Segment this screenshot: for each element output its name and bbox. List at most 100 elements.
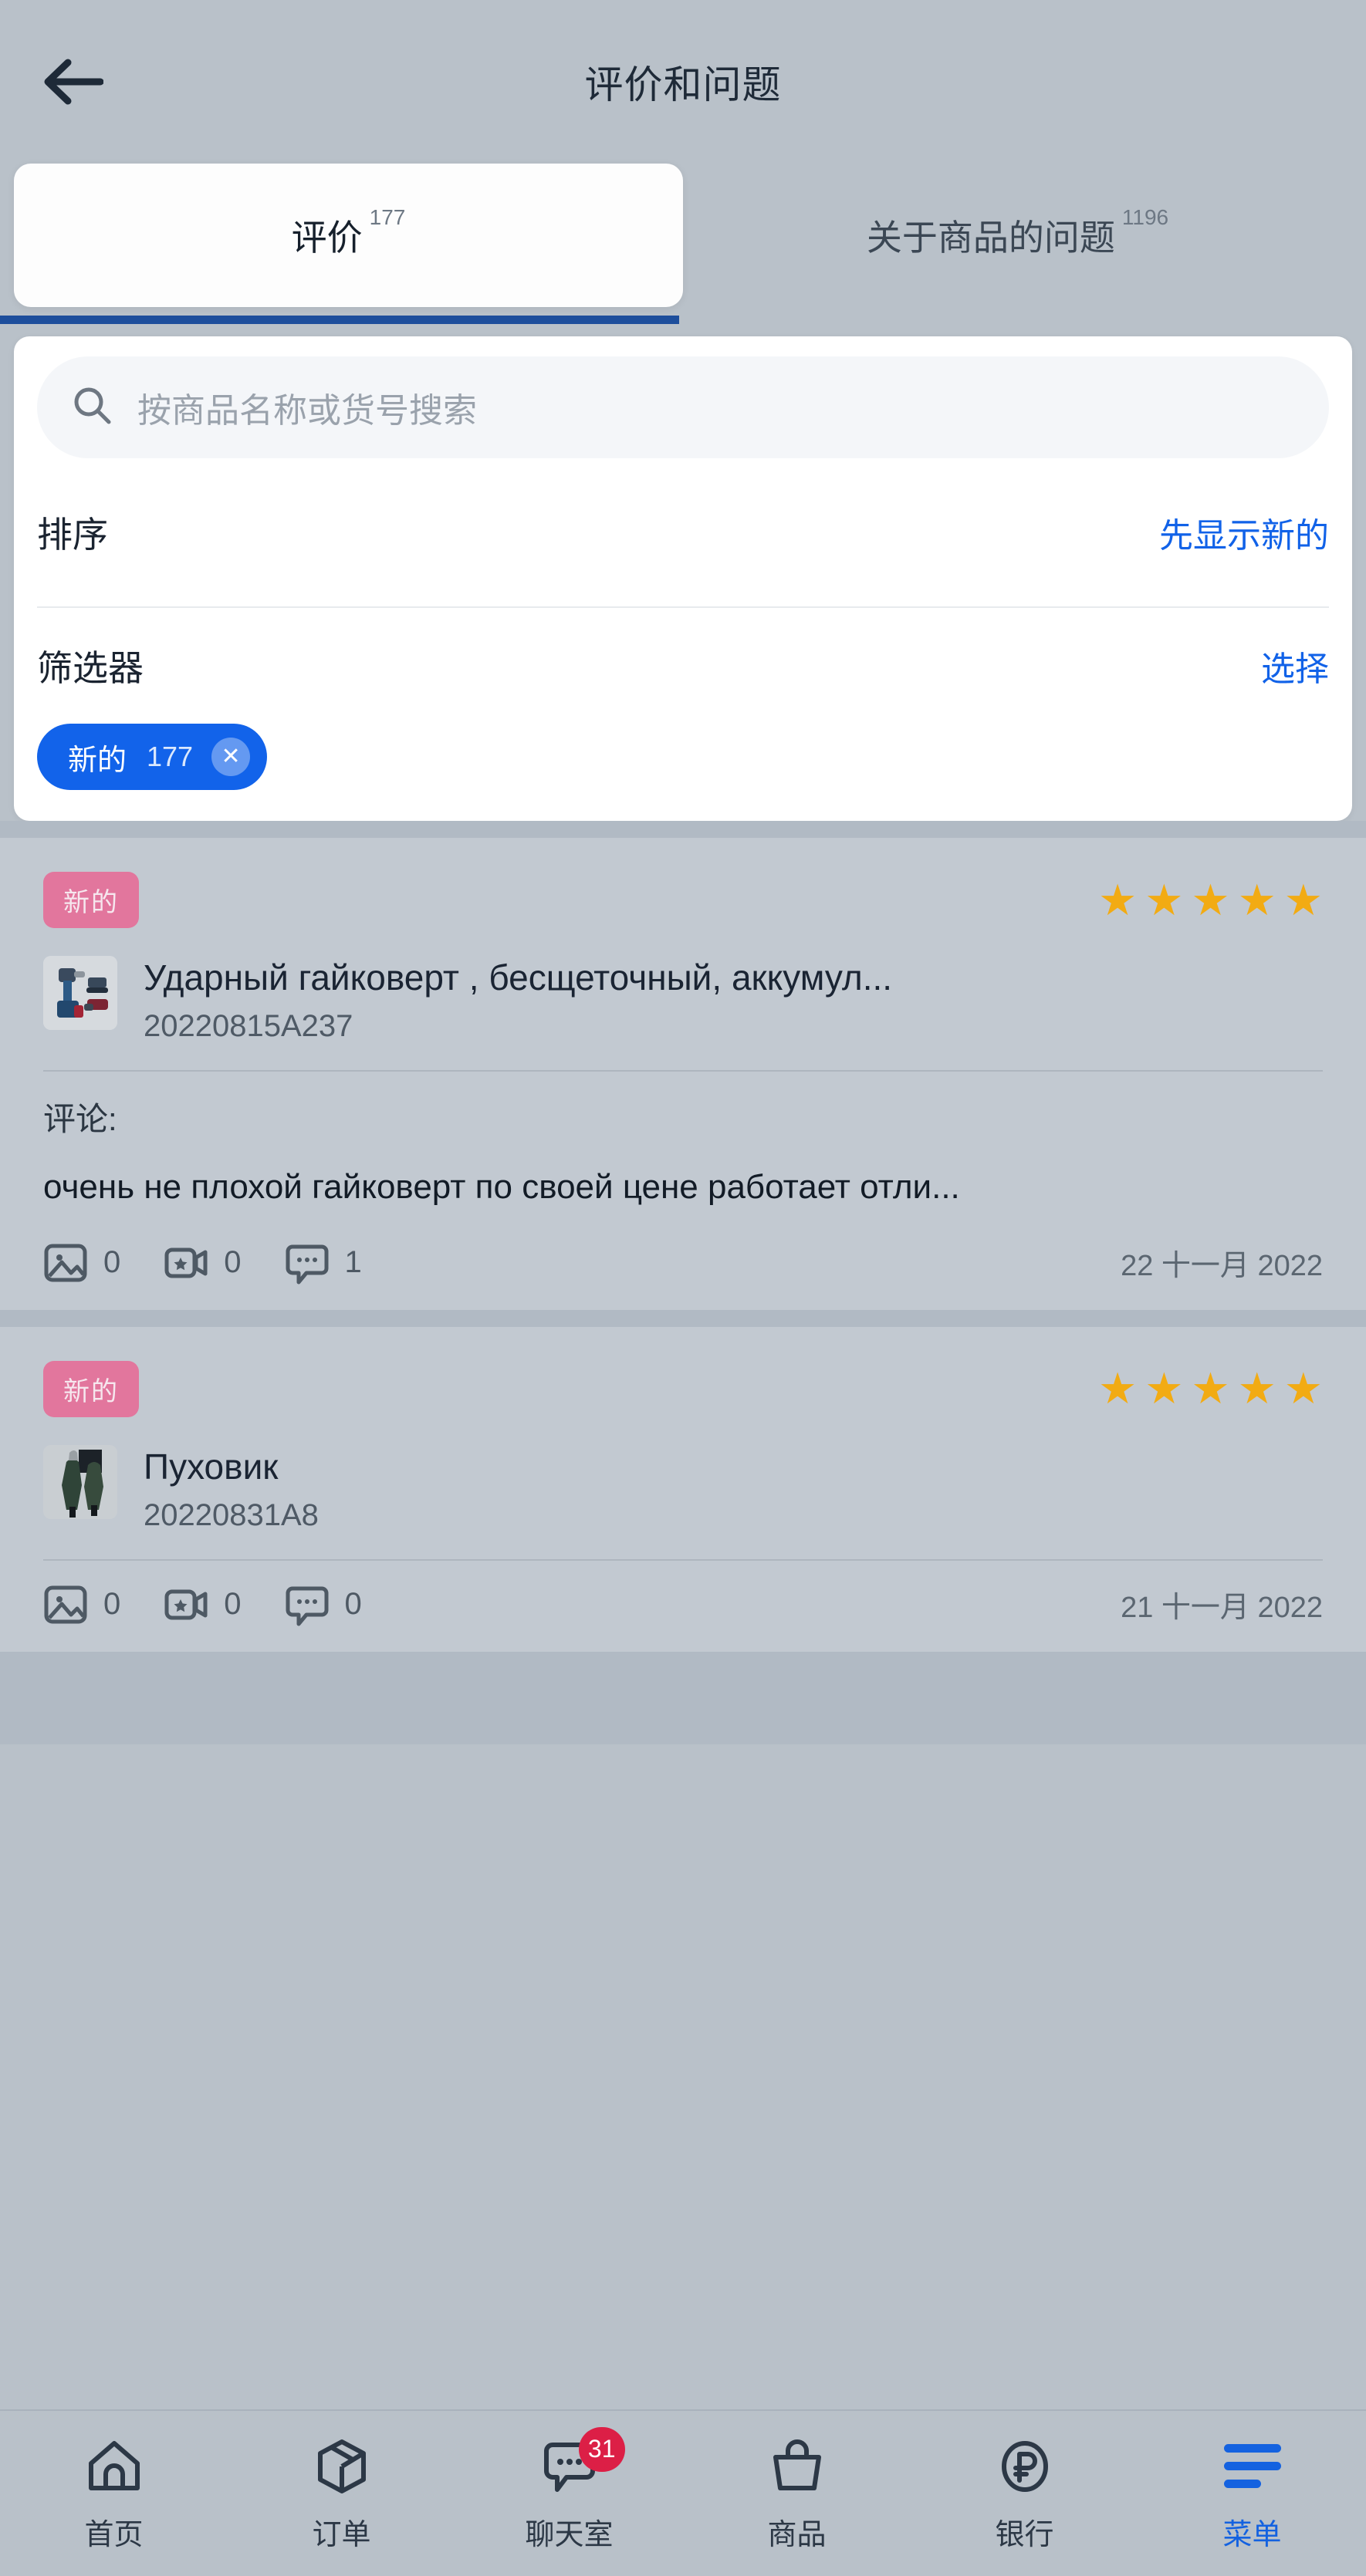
nav-item-menu[interactable]: 菜单 — [1138, 2435, 1366, 2553]
product-row[interactable]: Ударный гайковерт , бесщеточный, аккумул… — [43, 956, 1323, 1044]
review-card-header: 新的 ★ ★ ★ ★ ★ — [43, 872, 1323, 928]
comment-text: очень не плохой гайковерт по своей цене … — [43, 1167, 960, 1206]
product-row[interactable]: Пуховик 20220831A8 — [43, 1444, 1323, 1533]
tab-product-questions-count: 1196 — [1121, 205, 1169, 229]
review-card-header: 新的 ★ ★ ★ ★ ★ — [43, 1360, 1323, 1417]
star-icon: ★ — [1191, 875, 1230, 924]
chat-bubble-icon: 31 — [540, 2426, 625, 2498]
product-thumbnail — [43, 1444, 117, 1519]
nav-item-products-label: 商品 — [767, 2518, 827, 2551]
active-filter-chips: 新的 177 ✕ — [37, 724, 1329, 795]
back-button[interactable] — [36, 45, 110, 119]
sort-value[interactable]: 先显示新的 — [1159, 508, 1329, 557]
chat-unread-badge: 31 — [578, 2426, 625, 2472]
app-screen: 评价和问题 评价 177 关于商品的问题 1196 按商品名称或货号搜索 排序 … — [0, 0, 1366, 2576]
app-header: 评价和问题 — [0, 0, 1366, 164]
star-icon: ★ — [1237, 875, 1276, 924]
product-sku: 20220831A8 — [144, 1497, 319, 1532]
photo-count[interactable]: 0 — [43, 1582, 120, 1627]
back-arrow-icon — [42, 58, 103, 106]
video-icon — [164, 1241, 208, 1285]
box-icon — [313, 2435, 371, 2498]
nav-item-products[interactable]: 商品 — [683, 2435, 911, 2553]
comment-bubble-icon — [285, 1241, 330, 1285]
nav-item-home-label: 首页 — [84, 2518, 144, 2551]
review-meta-row: 0 0 — [43, 1582, 1323, 1627]
hamburger-menu-icon — [1223, 2435, 1281, 2498]
rating-stars: ★ ★ ★ ★ ★ — [1097, 875, 1323, 924]
nav-item-bank[interactable]: 银行 — [911, 2435, 1138, 2553]
filters-select-action[interactable]: 选择 — [1261, 641, 1329, 690]
nav-item-menu-label: 菜单 — [1222, 2518, 1282, 2551]
star-icon: ★ — [1145, 1364, 1184, 1413]
star-icon: ★ — [1097, 875, 1138, 924]
review-card[interactable]: 新的 ★ ★ ★ ★ ★ — [0, 1326, 1366, 1652]
filters-row[interactable]: 筛选器 选择 — [37, 608, 1329, 724]
tab-product-questions[interactable]: 关于商品的问题 1196 — [683, 164, 1352, 307]
star-icon: ★ — [1145, 875, 1184, 924]
video-count-value: 0 — [224, 1245, 242, 1280]
photo-count[interactable]: 0 — [43, 1241, 120, 1285]
star-icon: ★ — [1237, 1364, 1276, 1413]
video-icon — [164, 1582, 208, 1627]
filter-chip-count: 177 — [147, 741, 194, 772]
video-count[interactable]: 0 — [164, 1241, 242, 1285]
photo-count-value: 0 — [103, 1245, 121, 1280]
star-icon: ★ — [1191, 1364, 1230, 1413]
card-divider — [43, 1558, 1323, 1561]
filter-chip-label: 新的 — [68, 744, 127, 777]
comment-label: 评论: — [43, 1100, 117, 1137]
image-icon — [43, 1582, 88, 1627]
rating-stars: ★ ★ ★ ★ ★ — [1098, 1367, 1323, 1410]
nav-item-bank-label: 银行 — [995, 2518, 1054, 2551]
nav-item-chat-label: 聊天室 — [525, 2518, 614, 2551]
search-icon — [73, 386, 113, 430]
review-date: 22 十一月 2022 — [1121, 1250, 1323, 1283]
tab-bar: 评价 177 关于商品的问题 1196 — [0, 164, 1366, 324]
review-card[interactable]: 新的 ★ ★ ★ ★ ★ — [0, 838, 1366, 1310]
card-divider — [43, 1069, 1323, 1072]
reply-count[interactable]: 0 — [285, 1582, 362, 1627]
shopping-bag-icon — [768, 2435, 827, 2498]
product-name: Ударный гайковерт , бесщеточный, аккумул… — [144, 957, 893, 998]
page-title: 评价和问题 — [584, 63, 782, 106]
close-icon[interactable]: ✕ — [211, 738, 251, 776]
meta-counters: 0 0 — [43, 1241, 405, 1285]
image-icon — [43, 1241, 88, 1285]
star-icon: ★ — [1097, 1364, 1138, 1413]
product-info: Пуховик 20220831A8 — [144, 1445, 319, 1533]
review-date: 21 十一月 2022 — [1121, 1592, 1323, 1625]
review-meta-row: 0 0 — [43, 1241, 1323, 1285]
reply-count[interactable]: 1 — [285, 1241, 362, 1285]
scroll-content[interactable]: 按商品名称或货号搜索 排序 先显示新的 筛选器 选择 新的 177 ✕ 新的 ★… — [0, 324, 1366, 2409]
product-thumbnail — [43, 956, 117, 1030]
sort-row[interactable]: 排序 先显示新的 — [37, 458, 1329, 608]
ruble-coin-icon — [996, 2435, 1054, 2498]
nav-item-home[interactable]: 首页 — [0, 2435, 228, 2553]
reply-count-value: 0 — [344, 1587, 362, 1622]
filters-label: 筛选器 — [37, 648, 144, 688]
review-list: 新的 ★ ★ ★ ★ ★ Ударный гайковерт , бесщето… — [0, 821, 1366, 1744]
tab-product-questions-label: 关于商品的问题 — [866, 218, 1115, 258]
tab-reviews[interactable]: 评价 177 — [14, 164, 683, 307]
home-icon — [85, 2435, 144, 2498]
status-badge: 新的 — [43, 872, 139, 928]
list-separator — [0, 1309, 1366, 1327]
nav-item-chat[interactable]: 31 聊天室 — [455, 2426, 683, 2553]
active-tab-indicator — [0, 316, 679, 324]
comment-bubble-icon — [285, 1582, 330, 1627]
search-input[interactable]: 按商品名称或货号搜索 — [37, 356, 1329, 458]
star-icon: ★ — [1283, 1364, 1323, 1413]
product-sku: 20220815A237 — [144, 1008, 353, 1043]
bottom-navigation: 首页 订单 31 聊天室 商品 银行 菜单 — [0, 2409, 1366, 2576]
filter-chip-new[interactable]: 新的 177 ✕ — [37, 724, 268, 790]
tab-reviews-count: 177 — [369, 205, 406, 229]
nav-item-orders[interactable]: 订单 — [228, 2435, 455, 2553]
video-count[interactable]: 0 — [164, 1582, 242, 1627]
status-badge: 新的 — [43, 1360, 139, 1417]
meta-counters: 0 0 — [43, 1582, 405, 1627]
sort-label: 排序 — [37, 515, 108, 555]
reply-count-value: 1 — [344, 1245, 362, 1280]
product-info: Ударный гайковерт , бесщеточный, аккумул… — [144, 956, 892, 1044]
product-name: Пуховик — [144, 1446, 279, 1487]
